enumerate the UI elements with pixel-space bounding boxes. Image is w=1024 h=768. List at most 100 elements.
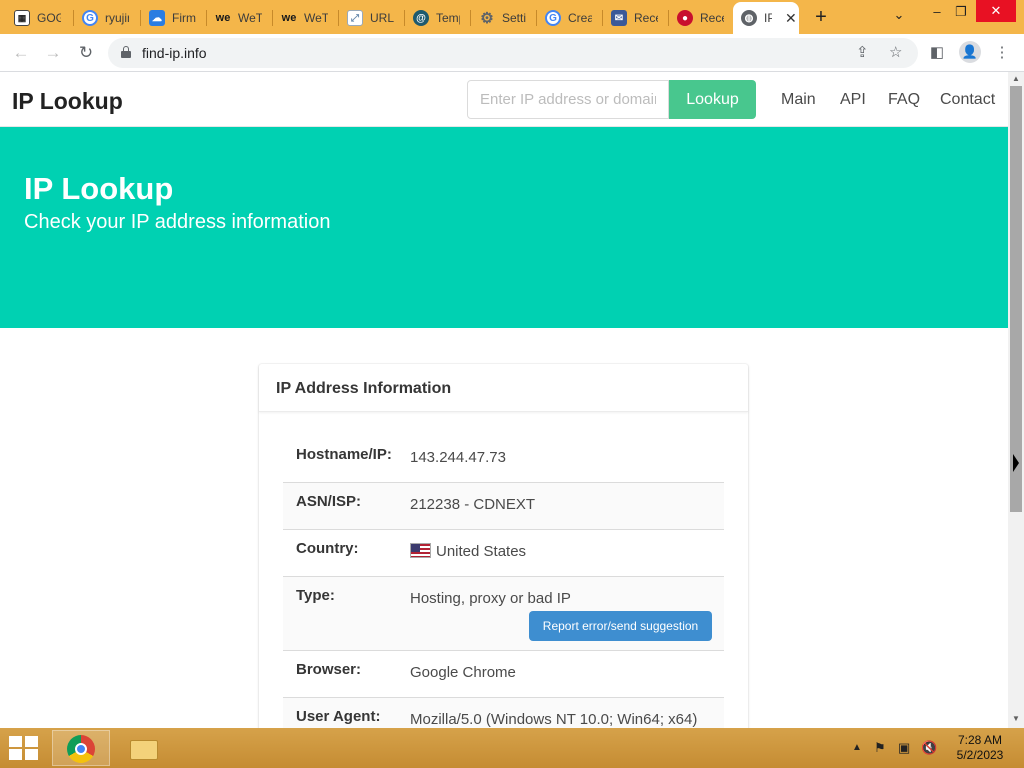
new-tab-icon[interactable]: + [811,6,831,29]
tab-title: URL [370,11,395,25]
chrome-icon [67,735,95,763]
ip-search-input[interactable] [467,80,669,119]
wetransfer-icon: we [281,12,297,24]
row-value: Google Chrome [410,664,516,681]
table-row: User Agent: Mozilla/5.0 (Windows NT 10.0… [283,697,724,728]
nav-contact-link[interactable]: Contact [940,91,995,109]
site-brand[interactable]: IP Lookup [12,88,123,115]
profile-icon[interactable]: 👤 [959,41,981,63]
hero-banner: IP Lookup Check your IP address informat… [0,127,1008,328]
taskbar-file-explorer[interactable] [114,730,172,766]
browser-tab[interactable]: G ryujinx [74,4,129,32]
restore-icon[interactable]: ❐ [946,4,976,20]
ip-info-table: Hostname/IP: 143.244.47.73 ASN/ISP: 2122… [283,436,724,728]
nav-main-link[interactable]: Main [781,91,816,109]
wetransfer-icon: we [215,12,231,24]
google-icon: G [82,10,98,26]
page-viewport: IP Lookup Lookup Main API FAQ Contact IP… [0,72,1008,728]
reload-icon[interactable]: ↻ [75,42,97,64]
row-value: Hosting, proxy or bad IP [410,590,571,607]
back-icon[interactable]: ← [10,42,32,64]
tab-title: IP Lookup [764,11,772,25]
action-center-flag-icon[interactable]: ⚑ [874,740,886,756]
tray-chevron-icon[interactable]: ▲ [852,742,862,753]
menu-kebab-icon[interactable]: ⋮ [992,43,1012,63]
browser-tab[interactable]: ⤢ URL [339,4,396,32]
card-title: IP Address Information [259,364,748,412]
taskbar-chrome[interactable] [52,730,110,766]
table-row: Hostname/IP: 143.244.47.73 [283,436,724,483]
nav-api-link[interactable]: API [840,91,866,109]
scroll-up-icon[interactable]: ▲ [1008,74,1024,83]
browser-tab[interactable]: we WeTransfer [273,4,328,32]
browser-toolbar: ← → ↻ find-ip.info ⇪ ☆ ◧ 👤 ⋮ [0,34,1024,72]
address-bar[interactable]: find-ip.info ⇪ ☆ [108,38,918,68]
red-circle-icon: ● [677,10,693,26]
tab-title: Recent [634,11,658,25]
close-tab-icon[interactable]: ✕ [785,10,797,27]
qr-grid-icon: ▦ [14,10,30,26]
browser-tab[interactable]: ✉ Recent [603,4,658,32]
browser-tab[interactable]: ▦ GOG [6,4,61,32]
hero-title: IP Lookup [24,171,174,206]
tab-title: WeTransfer [238,11,262,25]
star-icon[interactable]: ☆ [889,43,902,61]
volume-muted-icon[interactable]: 🔇 [921,740,937,756]
row-label: Browser: [296,661,362,678]
row-label: User Agent: [296,708,381,725]
browser-tab[interactable]: we WeTransfer [207,4,262,32]
clock-date: 5/2/2023 [956,748,1004,762]
browser-tab-active[interactable]: ◍ IP Lookup ✕ [733,2,799,34]
network-icon[interactable]: ▣ [898,740,910,756]
row-value: 143.244.47.73 [410,449,506,466]
lock-icon [121,46,131,58]
mail-icon: ✉ [611,10,627,26]
tab-title: Create [568,11,592,25]
cloud-icon: ☁ [149,10,165,26]
taskbar: ▲ ⚑ ▣ 🔇 7:28 AM 5/2/2023 [0,728,1024,768]
url-text[interactable]: find-ip.info [142,45,207,61]
row-value: United States [436,543,527,560]
tab-title: Temp [436,11,460,25]
google-icon: G [545,10,561,26]
folder-icon [130,740,158,760]
browser-tab[interactable]: @ Temp [405,4,460,32]
tab-search-icon[interactable]: ⌄ [884,7,914,23]
site-navbar: IP Lookup Lookup Main API FAQ Contact [0,72,1008,127]
scroll-down-icon[interactable]: ▼ [1008,714,1024,723]
lookup-button[interactable]: Lookup [669,80,756,119]
tab-title: GOG [37,11,61,25]
browser-tab[interactable]: ● Recent [669,4,724,32]
temp-mail-icon: @ [413,10,429,26]
tab-strip: ▦ GOG G ryujinx ☁ Firmware we WeTransfer… [0,0,1024,34]
table-row: Browser: Google Chrome [283,651,724,698]
close-window-icon[interactable]: ✕ [976,0,1016,22]
clock-time: 7:28 AM [957,733,1003,747]
browser-tab[interactable]: ☁ Firmware [141,4,196,32]
row-label: Country: [296,540,359,557]
table-row: Type: Hosting, proxy or bad IP Report er… [283,576,724,651]
row-label: ASN/ISP: [296,493,362,510]
gear-icon: ⚙ [480,10,494,27]
table-row: Country: United States [283,530,724,577]
nav-faq-link[interactable]: FAQ [888,91,920,109]
tab-title: ryujinx [105,11,129,25]
page-scrollbar[interactable]: ▲ ▼ [1008,72,1024,728]
scroll-thumb[interactable] [1010,86,1022,512]
browser-tab[interactable]: G Create [537,4,592,32]
row-label: Type: [296,587,335,604]
system-clock[interactable]: 7:28 AM 5/2/2023 [948,733,1012,763]
row-value: Mozilla/5.0 (Windows NT 10.0; Win64; x64… [410,711,698,728]
tab-title: Recent [700,11,724,25]
tab-title: WeTransfer [304,11,328,25]
hero-subtitle: Check your IP address information [24,211,331,233]
share-icon[interactable]: ⇪ [856,43,869,61]
browser-tab[interactable]: ⚙ Settings [471,4,526,32]
windows-start-icon[interactable] [9,736,39,762]
report-error-button[interactable]: Report error/send suggestion [529,611,712,641]
tab-title: Settings [502,11,526,25]
ip-info-card: IP Address Information Hostname/IP: 143.… [259,364,748,728]
us-flag-icon [410,543,431,558]
forward-icon[interactable]: → [42,42,64,64]
side-panel-icon[interactable]: ◧ [927,43,947,63]
